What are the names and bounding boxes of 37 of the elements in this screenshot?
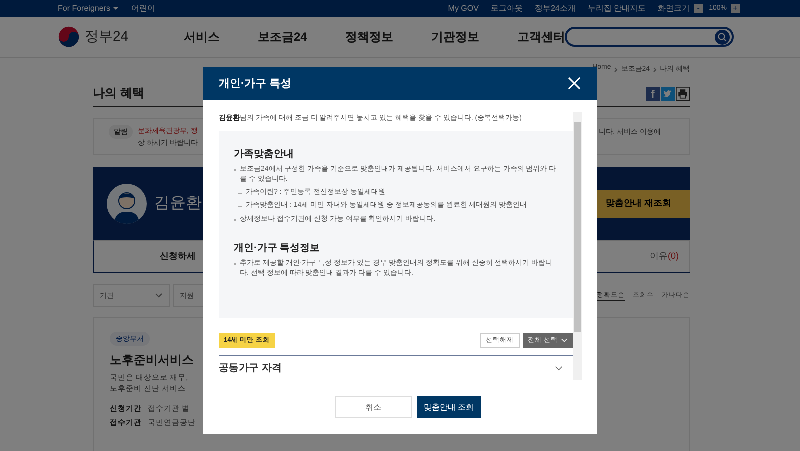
search-icon[interactable] [715,30,730,44]
zoom-out-button[interactable]: - [694,4,704,13]
top-link[interactable]: 누리집 안내지도 [588,3,646,14]
zoom-in-button[interactable]: + [731,4,740,13]
section-heading: 가족맞춤안내 [234,148,295,161]
scrollbar[interactable] [573,112,582,380]
top-link[interactable]: 로그아웃 [490,3,523,14]
avatar-icon [107,184,147,224]
top-link[interactable]: My GOV [448,4,479,13]
dialog-title: 개인·가구 특성 [219,77,292,91]
dash-icon [238,206,242,207]
nav-item[interactable]: 기관정보 [431,28,480,46]
top-link[interactable]: 정부24소개 [534,3,576,14]
search-field[interactable] [565,27,734,47]
chevron-icon [155,293,163,298]
nav-item[interactable]: 고객센터 [517,28,566,46]
nav-item[interactable]: 보조금24 [258,28,308,46]
chevron-icon [653,67,658,73]
nav-item[interactable]: 정책정보 [345,28,394,46]
site-logo[interactable]: 정부24 [85,28,129,46]
dash-icon [238,192,242,194]
chevron-icon [614,67,618,73]
font-size-label: 화면크기 [658,3,690,14]
emblem-icon [58,26,80,48]
facebook-icon[interactable]: f [646,86,660,100]
top-link[interactable]: 어린이 [131,3,156,14]
close-icon[interactable] [568,77,581,90]
page-title: 나의 혜택 [93,85,144,102]
user-name: 김윤환 [154,194,202,214]
nav-item[interactable]: 서비스 [184,28,220,46]
submit-button[interactable]: 맞춤안내 조회 [417,396,481,418]
caret-icon [561,338,568,344]
cancel-button[interactable]: 취소 [335,396,412,418]
service-title[interactable]: 노후준비서비스 [110,352,194,369]
print-icon[interactable] [676,86,690,100]
accordion-header[interactable]: 공동가구 자격 [219,356,573,380]
top-link[interactable]: For Foreigners [58,4,120,13]
